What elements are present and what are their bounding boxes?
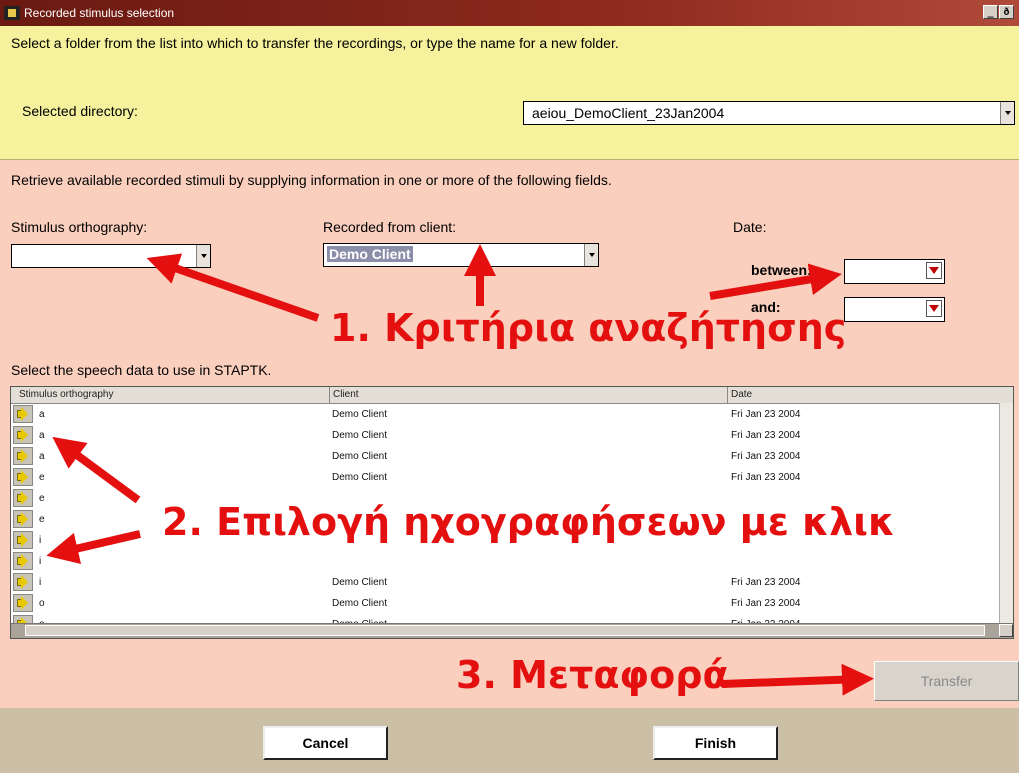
speech-instruction: Select the speech data to use in STAPTK. (11, 362, 272, 378)
speaker-icon[interactable] (13, 552, 33, 570)
date-label: Date: (733, 219, 767, 235)
table-row[interactable]: a Demo Client Fri Jan 23 2004 (11, 425, 1013, 446)
speaker-icon[interactable] (13, 531, 33, 549)
scroll-right-button[interactable] (999, 624, 1013, 637)
orthography-select[interactable] (11, 244, 211, 268)
cell-orthography: i (39, 556, 42, 567)
column-header-orthography[interactable]: Stimulus orthography (19, 389, 114, 400)
table-row[interactable]: e Demo Client Fri Jan 23 2004 (11, 467, 1013, 488)
table-row[interactable]: a Demo Client Fri Jan 23 2004 (11, 446, 1013, 467)
cell-orthography: a (39, 451, 45, 462)
finish-button[interactable]: Finish (653, 726, 778, 760)
between-label: between: (751, 262, 812, 278)
client-value: Demo Client (327, 246, 413, 262)
table-row[interactable]: i (11, 551, 1013, 572)
column-header-client[interactable]: Client (333, 389, 359, 400)
cell-date: Fri Jan 23 2004 (731, 409, 801, 420)
cell-date: Fri Jan 23 2004 (731, 430, 801, 441)
directory-select[interactable]: aeiou_DemoClient_23Jan2004 (523, 101, 1015, 125)
table-header: Stimulus orthography Client Date (11, 387, 1013, 404)
cell-date: Fri Jan 23 2004 (731, 472, 801, 483)
date-to-picker[interactable] (844, 297, 945, 322)
cell-client: Demo Client (332, 472, 388, 483)
chevron-down-icon[interactable] (584, 244, 598, 266)
chevron-down-icon[interactable] (196, 245, 210, 267)
cell-client: Demo Client (332, 430, 388, 441)
maximize-button[interactable]: ð (999, 5, 1014, 19)
cancel-button[interactable]: Cancel (263, 726, 388, 760)
client-label: Recorded from client: (323, 219, 457, 235)
cell-orthography: a (39, 409, 45, 420)
cell-client: Demo Client (332, 577, 388, 588)
cell-client: Demo Client (332, 409, 388, 420)
minimize-button[interactable]: _ (983, 5, 998, 19)
cell-date: Fri Jan 23 2004 (731, 598, 801, 609)
client-select[interactable]: Demo Client (323, 243, 599, 267)
speaker-icon[interactable] (13, 405, 33, 423)
footer-bar (0, 708, 1019, 773)
speaker-icon[interactable] (13, 468, 33, 486)
cell-orthography: i (39, 535, 42, 546)
annotation-transfer: 3. Μεταφορά (456, 653, 729, 697)
title-bar: Recorded stimulus selection _ ð (0, 0, 1019, 26)
window-title: Recorded stimulus selection (24, 6, 175, 20)
transfer-button[interactable]: Transfer (874, 661, 1019, 701)
speaker-icon[interactable] (13, 426, 33, 444)
cell-orthography: e (39, 514, 45, 525)
directory-value: aeiou_DemoClient_23Jan2004 (532, 105, 725, 121)
cell-orthography: o (39, 598, 45, 609)
column-header-date[interactable]: Date (731, 389, 752, 400)
speaker-icon[interactable] (13, 489, 33, 507)
cell-orthography: e (39, 472, 45, 483)
horizontal-scrollbar[interactable] (11, 623, 1013, 638)
cell-date: Fri Jan 23 2004 (731, 451, 801, 462)
app-icon (4, 6, 20, 20)
speaker-icon[interactable] (13, 573, 33, 591)
dropdown-arrow-icon[interactable] (926, 300, 942, 317)
speaker-icon[interactable] (13, 510, 33, 528)
cell-orthography: i (39, 577, 42, 588)
table-row[interactable]: i Demo Client Fri Jan 23 2004 (11, 572, 1013, 593)
vertical-scrollbar[interactable] (999, 403, 1013, 623)
speaker-icon[interactable] (13, 447, 33, 465)
search-instruction: Retrieve available recorded stimuli by s… (11, 172, 612, 188)
date-from-picker[interactable] (844, 259, 945, 284)
table-row[interactable]: a Demo Client Fri Jan 23 2004 (11, 404, 1013, 425)
cell-orthography: a (39, 430, 45, 441)
scrollbar-thumb[interactable] (25, 625, 985, 636)
cell-orthography: e (39, 493, 45, 504)
annotation-search-criteria: 1. Κριτήρια αναζήτησης (330, 306, 847, 350)
annotation-select-recordings: 2. Επιλογή ηχογραφήσεων με κλικ (162, 500, 895, 544)
cell-date: Fri Jan 23 2004 (731, 577, 801, 588)
orthography-label: Stimulus orthography: (11, 219, 148, 235)
folder-instruction: Select a folder from the list into which… (11, 35, 619, 51)
cell-client: Demo Client (332, 451, 388, 462)
speaker-icon[interactable] (13, 594, 33, 612)
cell-client: Demo Client (332, 598, 388, 609)
chevron-down-icon[interactable] (1000, 102, 1014, 124)
table-row[interactable]: o Demo Client Fri Jan 23 2004 (11, 593, 1013, 614)
selected-directory-label: Selected directory: (22, 103, 138, 119)
dropdown-arrow-icon[interactable] (926, 262, 942, 279)
